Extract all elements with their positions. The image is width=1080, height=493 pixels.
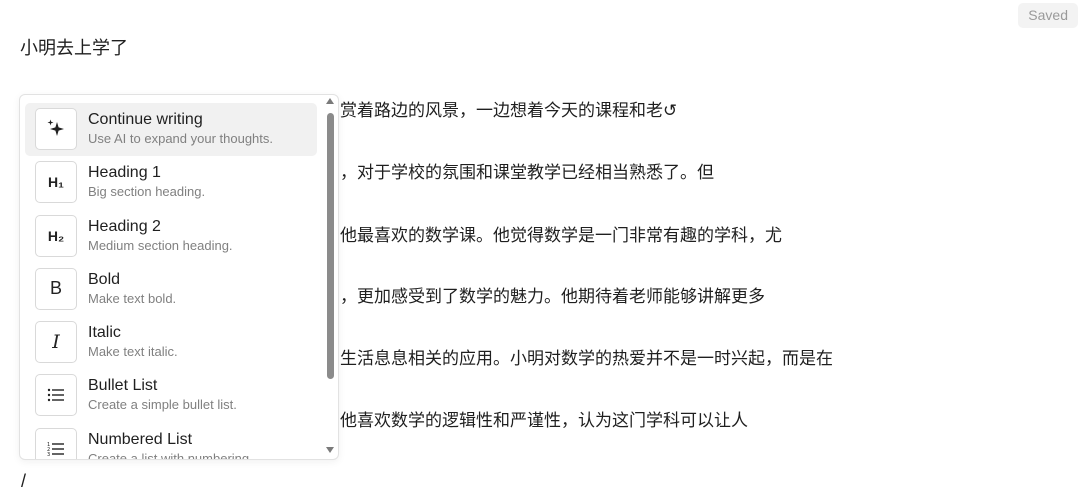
menu-item-title: Italic [88,324,121,342]
slash-command-menu: Continue writing Use AI to expand your t… [19,94,339,460]
menu-item-numbered-list[interactable]: 1 2 3 Numbered List Create a list with n… [25,423,317,460]
editor-page: Saved 小明去上学了 赏着路边的风景，一边想着今天的课程和老↺ ，对于学校的… [0,0,1080,493]
scroll-thumb[interactable] [327,113,334,379]
menu-item-description: Make text italic. [88,344,178,360]
paragraph-line[interactable]: 赏着路边的风景，一边想着今天的课程和老↺ [340,99,677,123]
italic-icon: I [35,321,77,364]
menu-item-bold[interactable]: B Bold Make text bold. [25,263,317,316]
heading-1-icon: H₁ [35,161,77,204]
heading-1-icon-glyph: H₁ [48,174,64,191]
menu-item-title: Heading 1 [88,164,161,182]
menu-item-title: Bullet List [88,377,158,395]
menu-item-heading-1[interactable]: H₁ Heading 1 Big section heading. [25,156,317,209]
paragraph-line[interactable]: ，更加感受到了数学的魅力。他期待着老师能够讲解更多 [340,285,765,309]
paragraph-line[interactable]: ，对于学校的氛围和课堂教学已经相当熟悉了。但 [340,161,714,185]
heading-2-icon: H₂ [35,214,77,257]
saved-status-badge: Saved [1018,3,1078,28]
menu-item-bullet-list[interactable]: Bullet List Create a simple bullet list. [25,369,317,422]
menu-item-title: Heading 2 [88,217,161,235]
paragraph-line[interactable]: 他最喜欢的数学课。他觉得数学是一门非常有趣的学科，尤 [340,224,782,248]
paragraph-line[interactable]: 生活息息相关的应用。小明对数学的热爱并不是一时兴起，而是在 [340,347,833,371]
bullet-list-icon [35,374,77,417]
sparkles-icon [35,108,77,150]
menu-item-description: Use AI to expand your thoughts. [88,131,274,146]
menu-scrollbar[interactable] [324,97,336,455]
paragraph-line[interactable]: 他喜欢数学的逻辑性和严谨性，认为这门学科可以让人 [340,409,748,433]
slash-menu-list: Continue writing Use AI to expand your t… [25,103,317,460]
menu-item-description: Make text bold. [88,290,177,306]
heading-2-icon-glyph: H₂ [47,227,65,244]
menu-item-title: Bold [88,270,121,288]
menu-item-continue-writing[interactable]: Continue writing Use AI to expand your t… [25,103,317,157]
menu-item-title: Continue writing [88,111,203,128]
menu-item-description: Create a list with numbering. [88,450,253,460]
slash-command-input[interactable]: / [21,470,26,492]
scroll-down-arrow-icon[interactable] [326,447,334,453]
menu-item-italic[interactable]: I Italic Make text italic. [25,316,317,369]
bold-icon: B [35,267,77,310]
bold-icon-glyph: B [49,278,62,299]
scroll-up-arrow-icon[interactable] [326,98,334,104]
menu-item-heading-2[interactable]: H₂ Heading 2 Medium section heading. [25,210,317,263]
italic-icon-glyph: I [52,331,60,354]
numbered-list-icon: 1 2 3 [35,427,77,459]
menu-item-description: Create a simple bullet list. [88,397,237,413]
menu-item-description: Big section heading. [88,184,206,200]
menu-item-description: Medium section heading. [88,237,233,253]
svg-text:3: 3 [47,452,50,457]
menu-item-title: Numbered List [88,430,193,448]
document-title[interactable]: 小明去上学了 [20,36,128,62]
